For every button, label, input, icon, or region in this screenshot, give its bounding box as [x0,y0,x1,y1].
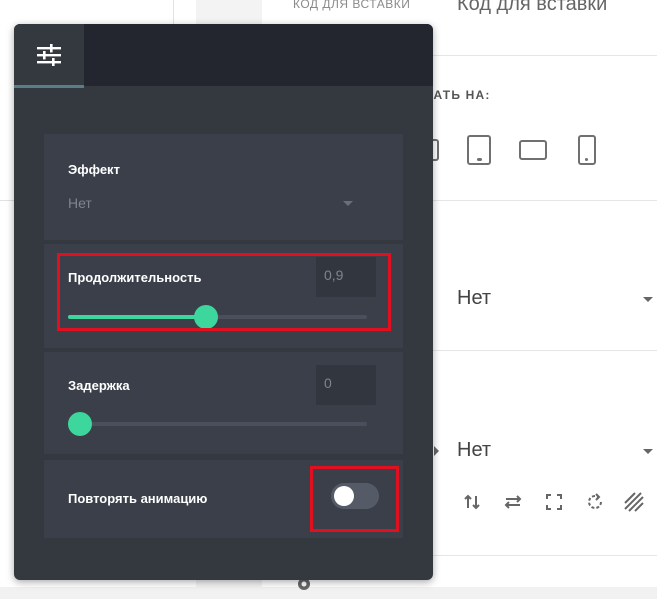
active-tab-indicator [14,85,84,88]
select-2-value[interactable]: Нет [457,439,491,462]
delay-slider-track[interactable] [67,412,367,436]
sliders-icon [37,44,61,66]
duration-highlight [57,253,391,331]
effect-select[interactable]: Нет [68,195,92,211]
effect-control: Эффект Нет [44,134,403,240]
repeat-toggle-highlight [310,466,399,532]
embed-code-small-label: КОД ДЛЯ ВСТАВКИ [293,0,411,11]
chevron-down-icon[interactable] [643,449,653,454]
show-on-label: КАТЬ НА: [425,88,491,102]
delay-control: Задержка 0 [44,352,403,454]
chevron-down-icon[interactable] [343,201,353,206]
mobile-icon[interactable] [578,135,596,165]
pattern-icon[interactable] [622,490,646,514]
delay-input[interactable]: 0 [316,365,376,405]
rotate-icon[interactable] [583,490,607,514]
flip-horizontal-icon[interactable] [501,490,525,514]
flip-vertical-icon[interactable] [460,490,484,514]
delay-slider-handle[interactable] [67,412,92,436]
tablet-landscape-icon[interactable] [519,140,547,160]
chevron-right-icon [434,446,439,456]
select-1-value[interactable]: Нет [457,287,491,310]
embed-code-title[interactable]: Код для вставки [457,0,607,16]
tab-animation-settings[interactable] [14,24,84,88]
chevron-down-icon[interactable] [643,297,653,302]
delay-label: Задержка [68,378,130,393]
popup-header [14,24,433,88]
tablet-icon[interactable] [467,135,491,165]
repeat-animation-label: Повторять анимацию [68,491,208,506]
fit-icon[interactable] [542,490,566,514]
effect-label: Эффект [68,162,120,177]
